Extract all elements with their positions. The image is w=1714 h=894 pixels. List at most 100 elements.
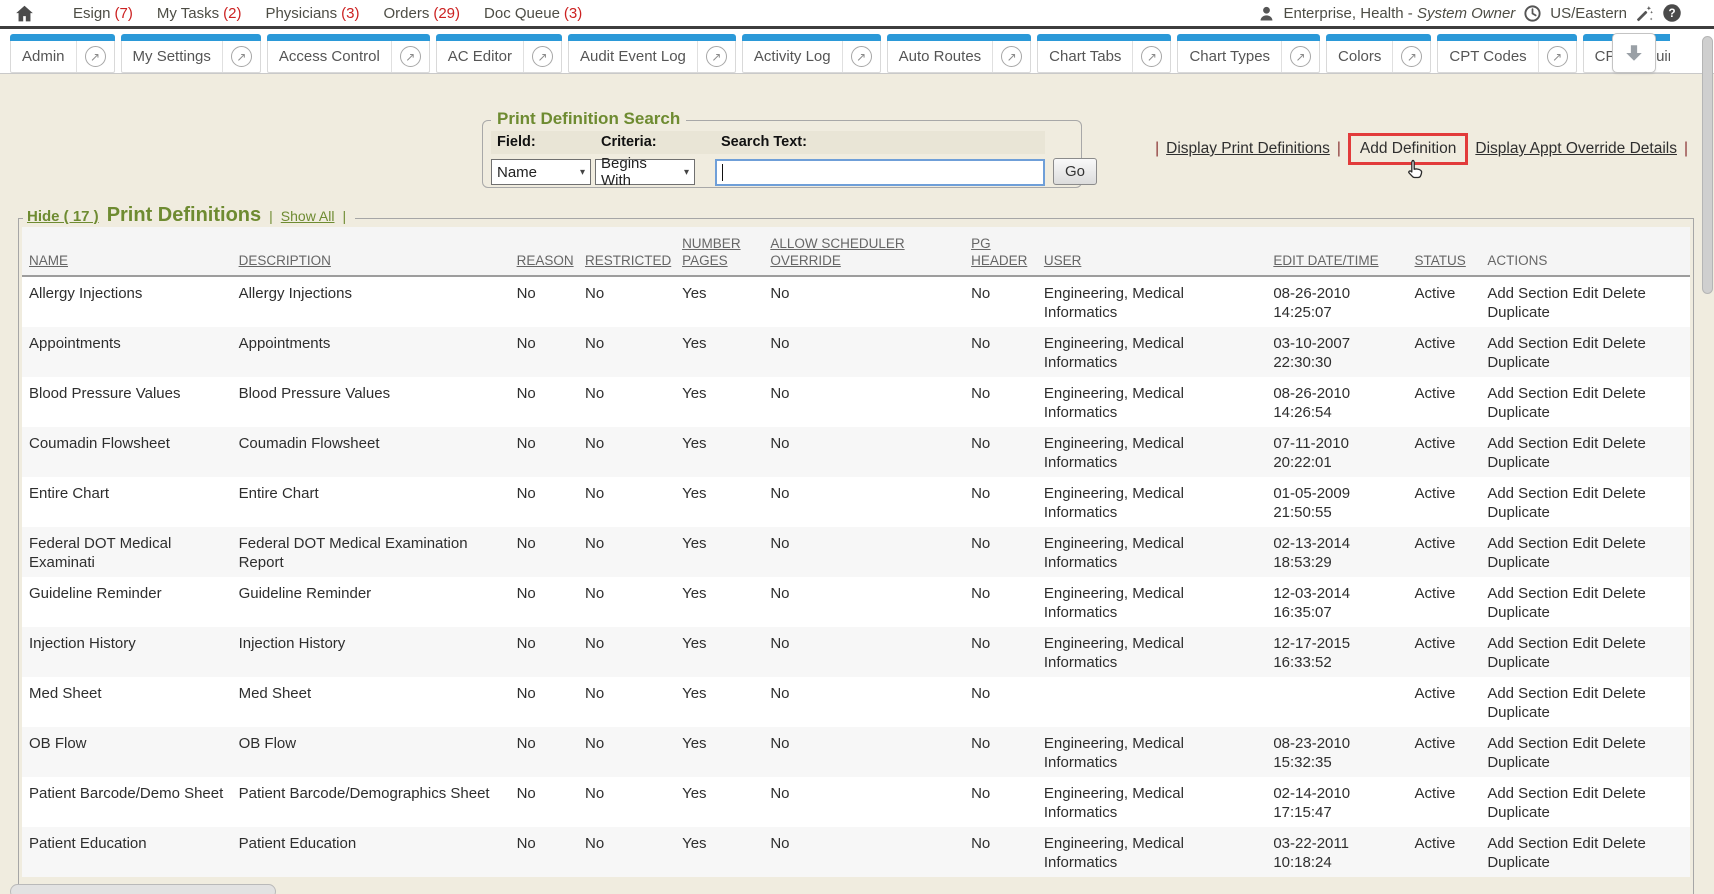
action-duplicate[interactable]: Duplicate [1487, 354, 1550, 371]
tab-cpt-codes[interactable]: CPT Codes↗ [1437, 34, 1576, 74]
show-all-link[interactable]: Show All [281, 208, 335, 224]
popout-icon[interactable]: ↗ [1392, 41, 1430, 72]
column-header-edit_datetime[interactable]: EDIT DATE/TIME [1266, 227, 1407, 276]
add-definition-link[interactable]: Add Definition [1360, 140, 1457, 157]
column-header-restricted[interactable]: RESTRICTED [578, 227, 675, 276]
popout-icon[interactable]: ↗ [76, 41, 114, 72]
action-add-section[interactable]: Add Section [1487, 535, 1568, 552]
hide-link[interactable]: Hide ( 17 ) [27, 208, 99, 225]
action-add-section[interactable]: Add Section [1487, 585, 1568, 602]
action-delete[interactable]: Delete [1602, 285, 1645, 302]
action-edit[interactable]: Edit [1572, 635, 1598, 652]
action-add-section[interactable]: Add Section [1487, 635, 1568, 652]
popout-icon[interactable]: ↗ [1132, 41, 1170, 72]
action-delete[interactable]: Delete [1602, 835, 1645, 852]
action-duplicate[interactable]: Duplicate [1487, 704, 1550, 721]
search-text-input[interactable] [715, 159, 1045, 186]
popout-icon[interactable]: ↗ [842, 41, 880, 72]
help-icon[interactable]: ? [1662, 3, 1682, 23]
action-delete[interactable]: Delete [1602, 385, 1645, 402]
action-delete[interactable]: Delete [1602, 785, 1645, 802]
tab-access-control[interactable]: Access Control↗ [267, 34, 430, 74]
action-delete[interactable]: Delete [1602, 585, 1645, 602]
topbar-nav-item-my-tasks[interactable]: My Tasks(2) [157, 5, 242, 22]
action-edit[interactable]: Edit [1572, 385, 1598, 402]
action-edit[interactable]: Edit [1572, 585, 1598, 602]
tab-chart-tabs[interactable]: Chart Tabs↗ [1037, 34, 1171, 74]
topbar-nav-item-esign[interactable]: Esign(7) [73, 5, 133, 22]
clock-icon[interactable] [1523, 4, 1542, 23]
field-select[interactable]: Name ▾ [491, 159, 591, 185]
go-button[interactable]: Go [1053, 158, 1097, 185]
criteria-select[interactable]: Begins With ▾ [595, 159, 695, 185]
tab-ac-editor[interactable]: AC Editor↗ [436, 34, 562, 74]
action-delete[interactable]: Delete [1602, 335, 1645, 352]
column-header-pg_header[interactable]: PG HEADER [964, 227, 1037, 276]
action-duplicate[interactable]: Duplicate [1487, 854, 1550, 871]
tab-activity-log[interactable]: Activity Log↗ [742, 34, 881, 74]
column-header-number_pages[interactable]: NUMBER PAGES [675, 227, 763, 276]
action-add-section[interactable]: Add Section [1487, 485, 1568, 502]
tab-colors[interactable]: Colors↗ [1326, 34, 1431, 74]
action-duplicate[interactable]: Duplicate [1487, 754, 1550, 771]
action-duplicate[interactable]: Duplicate [1487, 304, 1550, 321]
column-header-user[interactable]: USER [1037, 227, 1266, 276]
display-print-definitions-link[interactable]: Display Print Definitions [1166, 140, 1330, 158]
action-add-section[interactable]: Add Section [1487, 335, 1568, 352]
action-duplicate[interactable]: Duplicate [1487, 804, 1550, 821]
home-icon[interactable] [14, 3, 35, 24]
column-header-reason[interactable]: REASON [510, 227, 578, 276]
tab-audit-event-log[interactable]: Audit Event Log↗ [568, 34, 736, 74]
action-delete[interactable]: Delete [1602, 435, 1645, 452]
horizontal-scrollbar-thumb[interactable] [10, 884, 276, 894]
popout-icon[interactable]: ↗ [697, 41, 735, 72]
popout-icon[interactable]: ↗ [222, 41, 260, 72]
topbar-nav-item-doc-queue[interactable]: Doc Queue(3) [484, 5, 582, 22]
column-header-name[interactable]: NAME [22, 227, 232, 276]
topbar-nav-item-orders[interactable]: Orders(29) [384, 5, 461, 22]
popout-icon[interactable]: ↗ [391, 41, 429, 72]
action-duplicate[interactable]: Duplicate [1487, 454, 1550, 471]
action-add-section[interactable]: Add Section [1487, 435, 1568, 452]
column-header-description[interactable]: DESCRIPTION [232, 227, 510, 276]
display-appt-override-details-link[interactable]: Display Appt Override Details [1475, 140, 1677, 158]
action-edit[interactable]: Edit [1572, 535, 1598, 552]
action-delete[interactable]: Delete [1602, 635, 1645, 652]
column-header-allow_scheduler_override[interactable]: ALLOW SCHEDULER OVERRIDE [763, 227, 964, 276]
action-edit[interactable]: Edit [1572, 735, 1598, 752]
action-edit[interactable]: Edit [1572, 335, 1598, 352]
action-duplicate[interactable]: Duplicate [1487, 504, 1550, 521]
action-add-section[interactable]: Add Section [1487, 285, 1568, 302]
action-duplicate[interactable]: Duplicate [1487, 404, 1550, 421]
vertical-scrollbar-thumb[interactable] [1702, 36, 1713, 294]
action-add-section[interactable]: Add Section [1487, 785, 1568, 802]
action-edit[interactable]: Edit [1572, 485, 1598, 502]
action-delete[interactable]: Delete [1602, 485, 1645, 502]
action-edit[interactable]: Edit [1572, 285, 1598, 302]
action-delete[interactable]: Delete [1602, 685, 1645, 702]
tab-auto-routes[interactable]: Auto Routes↗ [887, 34, 1032, 74]
action-add-section[interactable]: Add Section [1487, 385, 1568, 402]
action-edit[interactable]: Edit [1572, 785, 1598, 802]
tab-admin[interactable]: Admin↗ [10, 34, 115, 74]
action-duplicate[interactable]: Duplicate [1487, 604, 1550, 621]
popout-icon[interactable]: ↗ [523, 41, 561, 72]
action-add-section[interactable]: Add Section [1487, 685, 1568, 702]
wand-icon[interactable] [1635, 4, 1654, 23]
popout-icon[interactable]: ↗ [1538, 41, 1576, 72]
action-edit[interactable]: Edit [1572, 685, 1598, 702]
action-edit[interactable]: Edit [1572, 435, 1598, 452]
action-edit[interactable]: Edit [1572, 835, 1598, 852]
action-add-section[interactable]: Add Section [1487, 735, 1568, 752]
action-duplicate[interactable]: Duplicate [1487, 654, 1550, 671]
timezone-label[interactable]: US/Eastern [1550, 5, 1627, 22]
column-header-status[interactable]: STATUS [1408, 227, 1481, 276]
popout-icon[interactable]: ↗ [1281, 41, 1319, 72]
action-add-section[interactable]: Add Section [1487, 835, 1568, 852]
action-delete[interactable]: Delete [1602, 735, 1645, 752]
action-delete[interactable]: Delete [1602, 535, 1645, 552]
topbar-nav-item-physicians[interactable]: Physicians(3) [265, 5, 359, 22]
popout-icon[interactable]: ↗ [992, 41, 1030, 72]
action-duplicate[interactable]: Duplicate [1487, 554, 1550, 571]
tab-chart-types[interactable]: Chart Types↗ [1177, 34, 1320, 74]
